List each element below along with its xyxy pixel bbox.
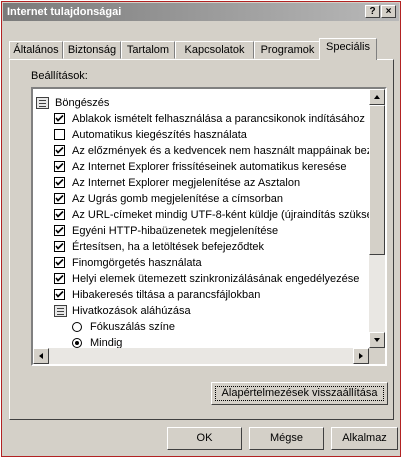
- scroll-up-button[interactable]: [369, 89, 385, 105]
- category-label: Böngészés: [55, 97, 110, 109]
- setting-label: Hibakeresés tiltása a parancsfájlokban: [72, 289, 261, 301]
- horizontal-scrollbar[interactable]: [33, 348, 369, 364]
- title-bar[interactable]: Internet tulajdonságai ? ×: [3, 3, 399, 21]
- category-label: Hivatkozások aláhúzása: [72, 305, 191, 317]
- scroll-thumb[interactable]: [369, 105, 385, 255]
- tab-connections[interactable]: Kapcsolatok: [175, 41, 254, 59]
- tab-security[interactable]: Biztonság: [63, 41, 121, 59]
- close-button[interactable]: ×: [381, 5, 396, 18]
- checkbox[interactable]: [54, 241, 65, 252]
- setting-label: Az Internet Explorer megjelenítése az As…: [72, 177, 301, 189]
- checkbox[interactable]: [54, 209, 65, 220]
- scroll-down-button[interactable]: [369, 332, 385, 348]
- apply-label: Alkalmaz: [342, 432, 387, 444]
- setting-label: Értesítsen, ha a letöltések befejeződtek: [72, 241, 265, 253]
- settings-label: Beállítások:: [31, 70, 88, 82]
- checkbox[interactable]: [54, 289, 65, 300]
- restore-defaults-button[interactable]: Alapértelmezések visszaállítása: [211, 382, 388, 405]
- checkbox[interactable]: [54, 161, 65, 172]
- setting-label: Az Ugrás gomb megjelenítése a címsorban: [72, 193, 283, 205]
- setting-label: Egyéni HTTP-hibaüzenetek megjelenítése: [72, 225, 279, 237]
- checkbox[interactable]: [54, 193, 65, 204]
- scroll-left-icon: [39, 353, 43, 359]
- window-title: Internet tulajdonságai: [7, 6, 122, 18]
- scroll-left-button[interactable]: [33, 348, 49, 364]
- help-icon: ?: [369, 6, 376, 17]
- ok-button[interactable]: OK: [167, 427, 242, 450]
- tab-general[interactable]: Általános: [9, 41, 63, 59]
- scroll-right-button[interactable]: [353, 348, 369, 364]
- vertical-scrollbar[interactable]: [369, 89, 385, 348]
- checkbox[interactable]: [54, 129, 65, 140]
- setting-label: Fókuszálás színe: [90, 321, 175, 333]
- checkbox[interactable]: [54, 273, 65, 284]
- scroll-right-icon: [359, 353, 363, 359]
- setting-label: Finomgörgetés használata: [72, 257, 202, 269]
- setting-label: Automatikus kiegészítés használata: [72, 129, 247, 141]
- setting-label: Helyi elemek ütemezett szinkronizálásána…: [72, 273, 360, 285]
- cancel-button[interactable]: Mégse: [249, 427, 324, 450]
- checkbox[interactable]: [54, 225, 65, 236]
- category-icon: [54, 305, 67, 317]
- cancel-label: Mégse: [269, 432, 304, 444]
- setting-label: Az Internet Explorer frissítéseinek auto…: [72, 161, 347, 173]
- category-icon: [36, 97, 49, 109]
- scroll-up-icon: [374, 95, 380, 99]
- checkbox[interactable]: [54, 145, 65, 156]
- scroll-down-icon: [374, 338, 380, 342]
- radio-button[interactable]: [72, 322, 82, 332]
- checkbox[interactable]: [54, 177, 65, 188]
- settings-tree[interactable]: Böngészés Ablakok ismételt felhasználása…: [31, 87, 387, 366]
- scrollbar-corner: [369, 348, 385, 364]
- close-icon: ×: [385, 6, 392, 17]
- setting-label: Az URL-címeket mindig UTF-8-ként küldje …: [72, 209, 386, 221]
- setting-label: Az előzmények és a kedvencek nem használ…: [72, 145, 379, 157]
- tab-programs[interactable]: Programok: [254, 41, 321, 59]
- help-button[interactable]: ?: [365, 5, 380, 18]
- ok-label: OK: [196, 432, 213, 444]
- apply-button[interactable]: Alkalmaz: [331, 427, 398, 450]
- radio-button[interactable]: [72, 338, 82, 348]
- tab-advanced[interactable]: Speciális: [319, 38, 377, 60]
- setting-label: Ablakok ismételt felhasználása a parancs…: [72, 113, 365, 125]
- checkbox[interactable]: [54, 113, 65, 124]
- tab-content[interactable]: Tartalom: [121, 41, 175, 59]
- checkbox[interactable]: [54, 257, 65, 268]
